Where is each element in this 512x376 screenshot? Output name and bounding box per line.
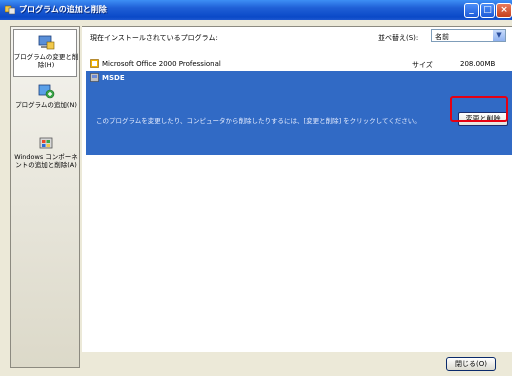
sidebar: プログラムの変更と削除(H) プログラムの追加(N) Windows コンポーネ… (10, 26, 80, 368)
app-icon (5, 5, 15, 15)
msde-program-icon (90, 73, 99, 82)
windows-components-icon (39, 137, 53, 149)
program-add-icon (38, 84, 55, 99)
size-value: 208.00MB (460, 60, 496, 68)
installed-programs-label: 現在インストールされているプログラム: (90, 34, 218, 42)
close-window-button[interactable]: × (496, 3, 512, 18)
sidebar-item-label: プログラムの変更と削除(H) (13, 53, 79, 69)
program-list-pane: 現在インストールされているプログラム: 並べ替え(S): 名前 ▼ Micros… (82, 26, 512, 352)
sidebar-item-add[interactable]: プログラムの追加(N) (11, 83, 81, 109)
program-name: Microsoft Office 2000 Professional (102, 60, 221, 68)
program-change-icon (38, 35, 55, 50)
sort-dropdown[interactable]: 名前 ▼ (431, 29, 506, 42)
list-header: 現在インストールされているプログラム: 並べ替え(S): 名前 ▼ (82, 27, 512, 45)
window-title: プログラムの追加と削除 (19, 5, 107, 14)
maximize-button[interactable]: □ (480, 3, 495, 18)
program-row-msde-selected[interactable]: MSDE このプログラムを変更したり、コンピュータから削除したりするには、[変更… (86, 71, 512, 155)
change-remove-instruction: このプログラムを変更したり、コンピュータから削除したりするには、[変更と削除] … (96, 117, 421, 125)
sidebar-item-windows-components[interactable]: Windows コンポーネントの追加と削除(A) (11, 135, 81, 169)
size-label: サイズ (412, 61, 433, 69)
program-row-office[interactable]: Microsoft Office 2000 Professional サイズ 2… (86, 57, 512, 70)
sort-label: 並べ替え(S): (378, 34, 419, 42)
office-program-icon (90, 59, 99, 68)
sidebar-item-change-remove[interactable]: プログラムの変更と削除(H) (11, 29, 81, 77)
sidebar-item-label: プログラムの追加(N) (15, 101, 77, 109)
chevron-down-icon[interactable]: ▼ (493, 30, 505, 41)
program-name: MSDE (102, 74, 125, 82)
close-button[interactable]: 閉じる(O) (446, 357, 496, 371)
title-bar[interactable]: プログラムの追加と削除 _ □ × (0, 0, 512, 20)
minimize-button[interactable]: _ (464, 3, 479, 18)
sidebar-item-label: Windows コンポーネントの追加と削除(A) (14, 153, 78, 169)
add-remove-programs-window: プログラムの追加と削除 _ □ × プログラムの変更と削除(H) プログラムの追… (0, 0, 512, 376)
annotation-highlight (450, 96, 508, 122)
sort-value: 名前 (435, 33, 449, 41)
